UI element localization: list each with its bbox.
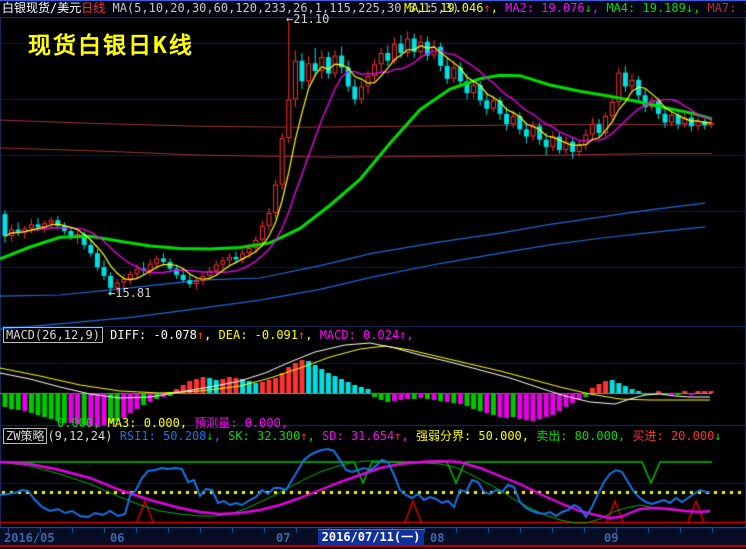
axis-month-label: 08	[430, 531, 444, 545]
indicator-name-label[interactable]: ZW策略	[3, 428, 47, 444]
axis-month-label: 07	[276, 531, 290, 545]
top-info-bar: 白银现货/美元日线 MA(5,10,20,30,60,120,233,26,1,…	[0, 0, 746, 18]
header-text-segment: MA1: 19.046	[404, 2, 483, 15]
header-text-segment: ↑	[197, 328, 204, 342]
header-text-segment: ↑	[483, 2, 490, 15]
header-text-segment: ,	[402, 429, 416, 443]
header-text-segment: 白银现货/美元	[2, 1, 81, 15]
axis-month-label: 2016/05	[4, 531, 55, 545]
selected-date-box[interactable]: 2016/07/11(一)	[318, 529, 424, 545]
header-text-segment: ,	[592, 2, 606, 15]
header-text-segment: ↓	[206, 429, 213, 443]
header-text-segment: ↓	[686, 2, 693, 15]
header-text-segment: MA4: 19.189	[606, 2, 685, 15]
header-text-segment: 强弱分界: 50.000	[416, 429, 522, 443]
header-text-segment: ,	[693, 2, 707, 15]
header-text-segment: 预测量: 0.000,	[187, 416, 288, 430]
header-text-segment: MA7: 19.090	[708, 2, 746, 15]
header-text-segment: DEA: -0.091	[219, 328, 298, 342]
symbol-and-period[interactable]: 白银现货/美元日线 MA(5,10,20,30,60,120,233,26,1,…	[2, 2, 459, 15]
axis-month-label: 06	[110, 531, 124, 545]
header-text-segment: 0.000,	[57, 416, 100, 430]
high-price-annotation: ←21.10	[286, 12, 329, 26]
axis-month-label: 09	[604, 531, 618, 545]
header-text-segment: ,	[308, 429, 322, 443]
header-text-segment: MA2: 19.076	[505, 2, 584, 15]
header-text-segment: ↑	[300, 429, 307, 443]
chart-title: 现货白银日K线	[28, 26, 194, 60]
header-text-segment: (9,12,24)	[47, 429, 119, 443]
header-text-segment: ,	[491, 2, 505, 15]
macd-indicator-header[interactable]: MACD(26,12,9) DIFF: -0.078↑, DEA: -0.091…	[3, 329, 414, 342]
header-text-segment: ,	[214, 429, 228, 443]
header-text-segment: ,	[618, 429, 632, 443]
zw-indicator-header[interactable]: ZW策略(9,12,24) RSI1: 50.208↓, SK: 32.300↑…	[3, 430, 722, 443]
header-text-segment: ,	[204, 328, 218, 342]
charting-app-window: 白银现货/美元日线 MA(5,10,20,30,60,120,233,26,1,…	[0, 0, 746, 549]
header-text-segment: 卖出: 80.000	[536, 429, 618, 443]
header-text-segment: 买进: 20.000	[633, 429, 715, 443]
header-text-segment: ,	[522, 429, 536, 443]
ma-values-readout: MA1: 19.046↑, MA2: 19.076↓, MA4: 19.189↓…	[404, 2, 746, 15]
low-price-annotation: ←15.81	[108, 286, 151, 300]
indicator-name-label[interactable]: MACD(26,12,9)	[3, 327, 103, 343]
header-text-segment: SK: 32.300	[228, 429, 300, 443]
header-text-segment: DIFF: -0.078	[103, 328, 197, 342]
header-text-segment: ,	[305, 328, 319, 342]
header-text-segment: 日线	[81, 1, 105, 15]
header-text-segment: ,	[406, 328, 413, 342]
header-text-segment: ↓	[585, 2, 592, 15]
header-text-segment: SD: 31.654	[322, 429, 394, 443]
header-text-segment: RSI1: 50.208	[120, 429, 207, 443]
header-text-segment: MACD: 0.024	[320, 328, 399, 342]
header-text-segment: ↓	[714, 429, 721, 443]
kline-chart-canvas[interactable]	[0, 0, 746, 549]
header-text-segment: MA3: 0.000,	[100, 416, 187, 430]
header-text-segment: ↑	[394, 429, 401, 443]
